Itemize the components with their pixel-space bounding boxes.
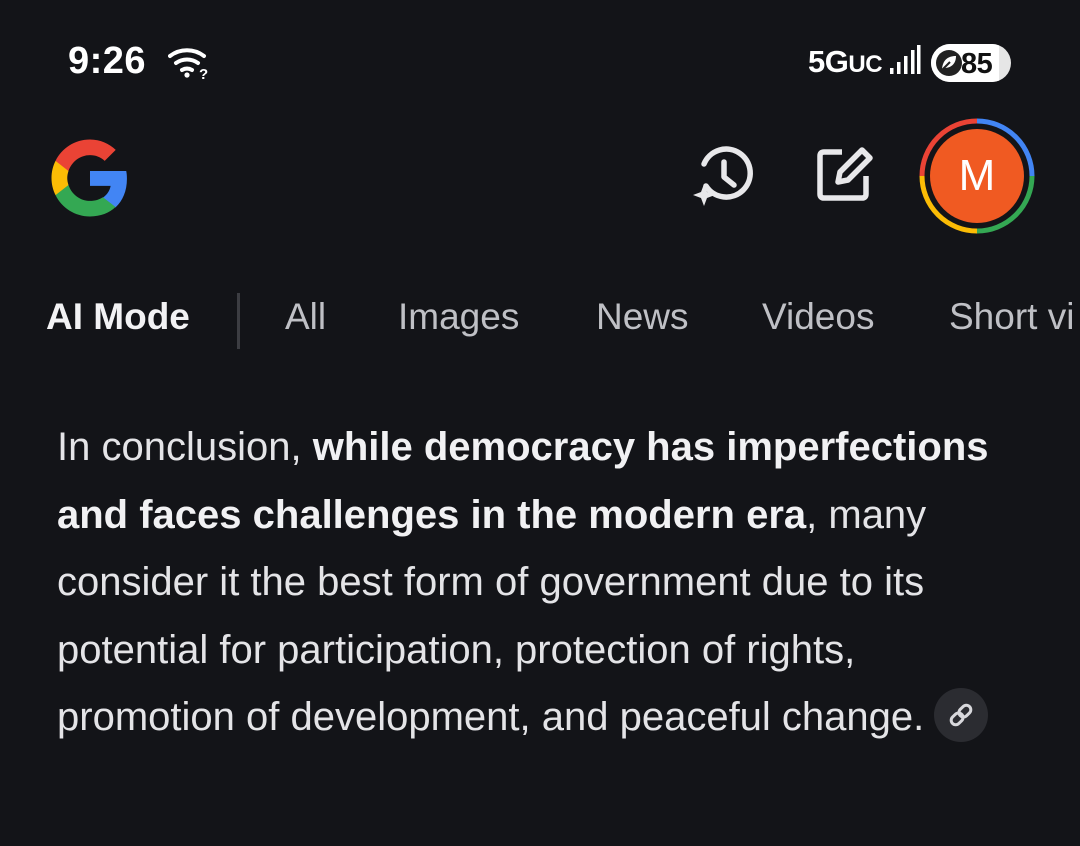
network-main: 5G [808,44,849,79]
google-logo[interactable] [48,136,132,220]
new-chat-button[interactable] [812,142,878,208]
search-tabs: AI Mode All Images News Videos Short vi [0,290,1080,350]
network-sub: UC [848,51,883,78]
status-bar: 9:26 ? 5GUC 85 [0,0,1080,120]
answer-intro: In conclusion, [57,425,313,469]
tab-videos[interactable]: Videos [762,296,874,338]
source-link-button[interactable] [934,688,989,743]
tab-all[interactable]: All [285,296,326,338]
wifi-icon: ? [168,48,208,80]
edit-note-icon [817,147,873,201]
tab-short-videos[interactable]: Short vi [949,296,1074,338]
link-icon [949,704,973,727]
history-sparkle-icon [693,146,753,206]
battery-indicator: 85 [931,44,1011,82]
tab-divider [237,293,240,349]
svg-text:?: ? [199,66,208,80]
signal-icon [890,45,921,74]
status-time: 9:26 [68,40,147,82]
avatar: M [930,129,1024,223]
network-type: 5GUC [808,44,883,80]
account-avatar-button[interactable]: M [918,117,1036,235]
tab-news[interactable]: News [596,296,689,338]
battery-level: 85 [961,48,993,80]
ai-answer-paragraph: In conclusion, while democracy has imper… [57,414,1042,752]
tab-images[interactable]: Images [398,296,519,338]
battery-saver-leaf-icon [936,50,962,76]
history-sparkle-button[interactable] [690,142,758,210]
tab-ai-mode[interactable]: AI Mode [46,296,190,338]
